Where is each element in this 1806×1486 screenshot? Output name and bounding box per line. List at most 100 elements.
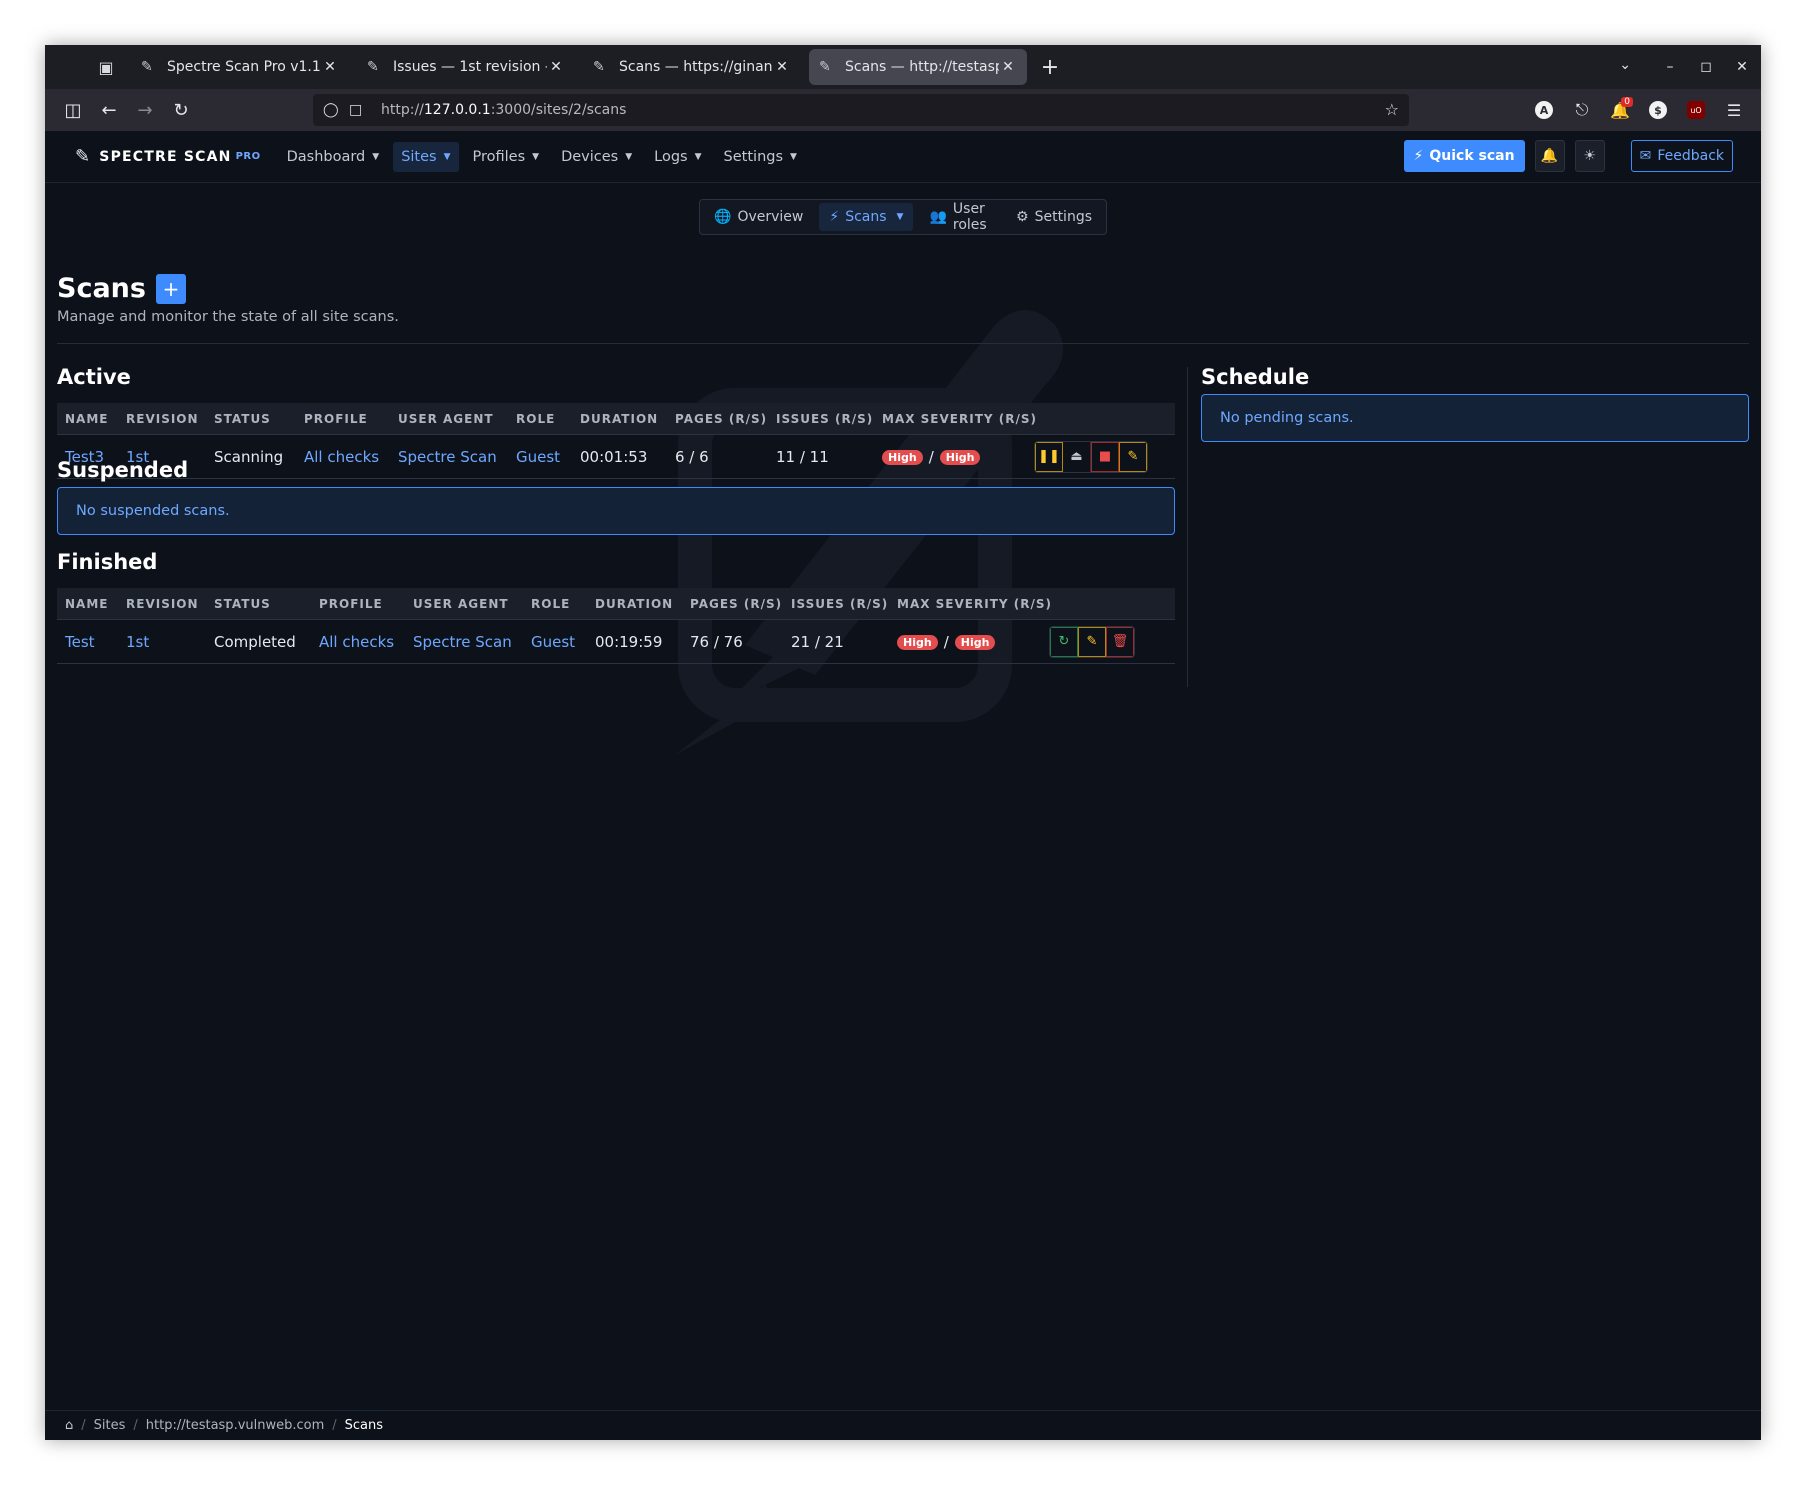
nav-devices[interactable]: Devices ▼ bbox=[553, 142, 640, 172]
col-max-severity: MAX SEVERITY (R/S) bbox=[897, 596, 1052, 611]
revision-link[interactable]: 1st bbox=[118, 633, 206, 651]
bolt-icon: ⚡ bbox=[829, 209, 840, 225]
user-agent-link[interactable]: Spectre Scan bbox=[390, 448, 508, 466]
nav-sites[interactable]: Sites ▼ bbox=[393, 141, 459, 172]
browser-tab[interactable]: ✎ Issues — 1st revision - Test ✕ bbox=[357, 49, 575, 85]
browser-tab-active[interactable]: ✎ Scans — http://testasp.vuli ✕ bbox=[809, 49, 1027, 85]
watermark-logo bbox=[675, 310, 1063, 755]
ublock-icon[interactable]: uO bbox=[1683, 97, 1709, 123]
breadcrumb-site[interactable]: http://testasp.vulnweb.com bbox=[146, 1418, 324, 1433]
sidebar-icon[interactable]: ◫ bbox=[55, 94, 91, 126]
breadcrumb-separator: / bbox=[133, 1418, 138, 1433]
tab-overview[interactable]: 🌐 Overview bbox=[704, 203, 813, 231]
pages-count: 76 / 76 bbox=[690, 632, 743, 651]
severity-badge: High bbox=[897, 634, 938, 650]
tab-user-roles[interactable]: 👥 User roles bbox=[919, 201, 1000, 233]
tab-scans[interactable]: ⚡ Scans ▼ bbox=[819, 203, 914, 231]
col-duration: DURATION bbox=[580, 411, 659, 426]
pause-button[interactable]: ❚❚ bbox=[1035, 441, 1063, 472]
tab-title: Issues — 1st revision - Test bbox=[393, 59, 547, 75]
minimize-icon[interactable]: – bbox=[1661, 59, 1679, 75]
account-icon[interactable]: A bbox=[1531, 97, 1557, 123]
col-role: ROLE bbox=[516, 411, 556, 426]
breadcrumb: ⌂ / Sites / http://testasp.vulnweb.com /… bbox=[45, 1410, 1761, 1440]
duration: 00:19:59 bbox=[595, 632, 663, 651]
issues-count: 11 / 11 bbox=[776, 447, 829, 466]
finished-section-title: Finished bbox=[57, 550, 158, 574]
notifications-button[interactable]: 🔔 bbox=[1534, 140, 1565, 172]
quick-scan-button[interactable]: ⚡ Quick scan bbox=[1403, 140, 1525, 172]
delete-button[interactable]: 🗑 bbox=[1106, 626, 1134, 657]
suspend-button[interactable]: ⏏ bbox=[1063, 441, 1091, 472]
app-navbar: ✎ SPECTRE SCAN PRO Dashboard ▼ Sites ▼ Pro… bbox=[45, 131, 1761, 183]
extension-icons: A ⎋ 🔔 0 $ uO ☰ bbox=[1531, 93, 1747, 127]
eject-icon: ⏏ bbox=[1070, 449, 1083, 464]
abort-button[interactable]: ■ bbox=[1091, 441, 1119, 472]
tab-title: Scans — http://testasp.vuli bbox=[845, 59, 999, 75]
nav-dashboard[interactable]: Dashboard ▼ bbox=[279, 142, 388, 172]
add-scan-button[interactable]: + bbox=[155, 273, 186, 304]
close-icon[interactable]: ✕ bbox=[773, 59, 791, 75]
address-bar[interactable]: ◯ □ http://127.0.0.1:3000/sites/2/scans … bbox=[313, 94, 1409, 126]
rescan-button[interactable]: ↻ bbox=[1050, 626, 1078, 657]
close-icon[interactable]: ✕ bbox=[321, 59, 339, 75]
sync-icon[interactable]: $ bbox=[1645, 97, 1671, 123]
edit-button[interactable]: ✎ bbox=[1119, 441, 1147, 472]
table-header: NAME REVISION STATUS PROFILE USER AGENT … bbox=[57, 588, 1175, 620]
user-agent-link[interactable]: Spectre Scan bbox=[405, 633, 523, 651]
close-icon[interactable]: ✕ bbox=[547, 59, 565, 75]
scan-status: Scanning bbox=[214, 447, 284, 466]
edit-button[interactable]: ✎ bbox=[1078, 626, 1106, 657]
role-link[interactable]: Guest bbox=[523, 633, 587, 651]
navbar-actions: ⚡ Quick scan 🔔 ☀ ✉ Feedback bbox=[1403, 140, 1733, 172]
tab-title: Spectre Scan Pro v1.12 bbox=[167, 59, 321, 75]
tab-strip: ▣ ✎ Spectre Scan Pro v1.12 ✕ ✎ Issues — … bbox=[45, 45, 1761, 89]
extension-puzzle-icon[interactable]: ⎋ bbox=[1569, 97, 1595, 123]
tab-settings[interactable]: ⚙ Settings bbox=[1006, 203, 1102, 231]
col-revision: REVISION bbox=[126, 596, 199, 611]
col-name: NAME bbox=[65, 596, 109, 611]
breadcrumb-separator: / bbox=[332, 1418, 337, 1433]
pages-count: 6 / 6 bbox=[675, 447, 709, 466]
close-icon[interactable]: ✕ bbox=[999, 59, 1017, 75]
browser-tab[interactable]: ✎ Scans — https://ginandjuic ✕ bbox=[583, 49, 801, 85]
nav-logs[interactable]: Logs ▼ bbox=[646, 142, 709, 172]
nav-settings[interactable]: Settings ▼ bbox=[716, 142, 805, 172]
back-icon[interactable]: ← bbox=[91, 94, 127, 126]
chevron-down-icon[interactable]: ⌄ bbox=[1619, 57, 1631, 73]
nav-profiles[interactable]: Profiles ▼ bbox=[465, 142, 548, 172]
maximize-icon[interactable]: ◻ bbox=[1697, 59, 1715, 75]
caret-down-icon: ▼ bbox=[625, 151, 633, 162]
refresh-icon: ↻ bbox=[1058, 634, 1070, 649]
feedback-button[interactable]: ✉ Feedback bbox=[1630, 140, 1733, 172]
profile-link[interactable]: All checks bbox=[296, 448, 390, 466]
active-section-title: Active bbox=[57, 365, 131, 389]
column-divider bbox=[1187, 367, 1188, 687]
scan-name-link[interactable]: Test bbox=[57, 633, 118, 651]
tab-overview-icon[interactable]: ▣ bbox=[89, 50, 123, 84]
close-window-icon[interactable]: ✕ bbox=[1733, 59, 1751, 75]
col-role: ROLE bbox=[531, 596, 571, 611]
forward-icon[interactable]: → bbox=[127, 94, 163, 126]
col-user-agent: USER AGENT bbox=[398, 411, 494, 426]
home-icon[interactable]: ⌂ bbox=[65, 1418, 73, 1433]
col-duration: DURATION bbox=[595, 596, 674, 611]
menu-icon[interactable]: ☰ bbox=[1721, 97, 1747, 123]
col-issues: ISSUES (R/S) bbox=[776, 411, 874, 426]
profile-link[interactable]: All checks bbox=[311, 633, 405, 651]
breadcrumb-sites[interactable]: Sites bbox=[94, 1418, 126, 1433]
pencil-icon: ✎ bbox=[141, 59, 153, 75]
plus-icon: + bbox=[162, 276, 180, 301]
role-link[interactable]: Guest bbox=[508, 448, 572, 466]
col-revision: REVISION bbox=[126, 411, 199, 426]
reload-icon[interactable]: ↻ bbox=[163, 94, 199, 126]
notification-extension-icon[interactable]: 🔔 0 bbox=[1607, 97, 1633, 123]
site-subnav: 🌐 Overview ⚡ Scans ▼ 👥 User roles ⚙ Settings bbox=[699, 199, 1107, 235]
new-tab-icon[interactable]: + bbox=[1033, 50, 1067, 84]
theme-button[interactable]: ☀ bbox=[1574, 140, 1605, 172]
bell-icon: 🔔 bbox=[1540, 148, 1559, 164]
browser-tab[interactable]: ✎ Spectre Scan Pro v1.12 ✕ bbox=[131, 49, 349, 85]
bookmark-star-icon[interactable]: ☆ bbox=[1385, 100, 1399, 119]
brand[interactable]: ✎ SPECTRE SCAN PRO bbox=[75, 146, 261, 167]
users-icon: 👥 bbox=[929, 209, 947, 225]
